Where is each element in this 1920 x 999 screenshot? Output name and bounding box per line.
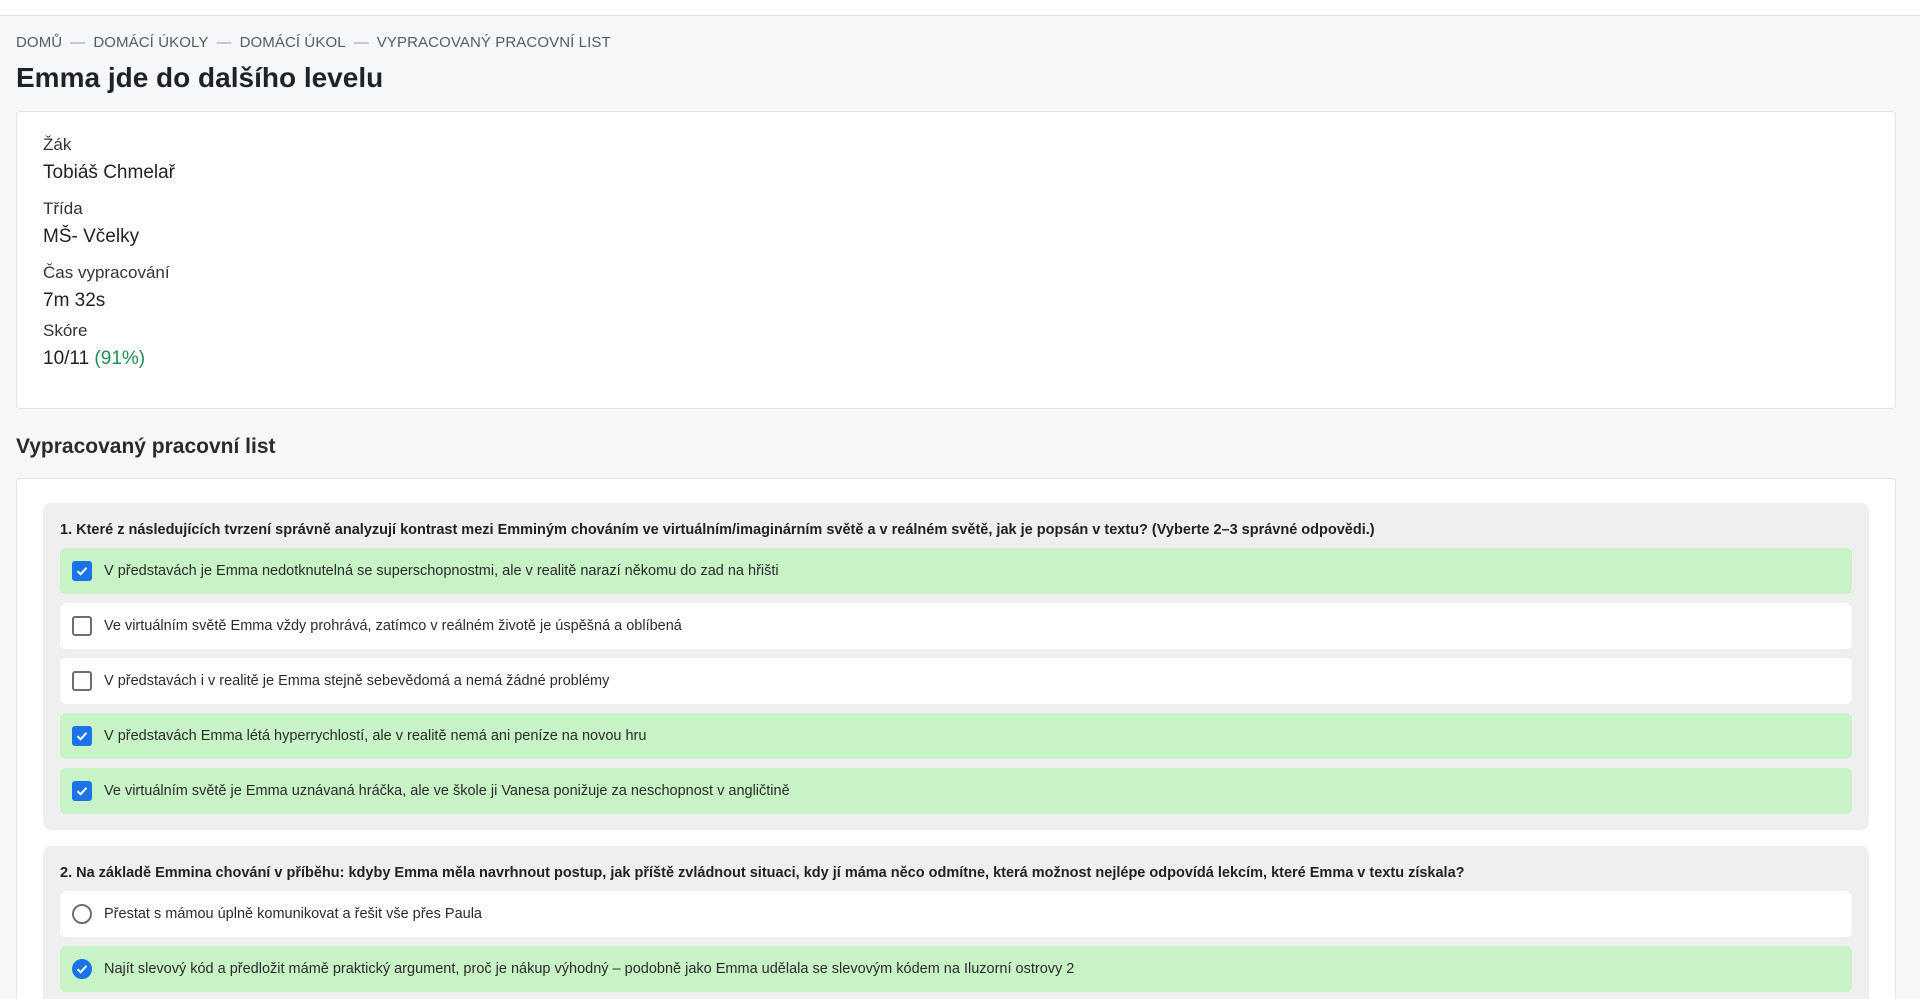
score-info: Skóre 10/11 (91%)	[43, 320, 1869, 372]
checkbox-icon[interactable]	[72, 671, 92, 691]
checkbox-checked-icon[interactable]	[72, 781, 92, 801]
question-block: 2. Na základě Emmina chování v příběhu: …	[43, 846, 1869, 999]
worksheet-card: 1. Které z následujících tvrzení správně…	[16, 478, 1896, 999]
breadcrumb-separator: —	[216, 33, 232, 51]
time-info: Čas vypracování 7m 32s	[43, 262, 1869, 314]
answer-option[interactable]: V představách i v realitě je Emma stejně…	[60, 658, 1852, 704]
class-name: MŠ- Včelky	[43, 226, 140, 247]
answer-text: V představách je Emma nedotknutelná se s…	[104, 563, 779, 579]
page-content: DOMŮ — DOMÁCÍ ÚKOLY — DOMÁCÍ ÚKOL — VYPR…	[0, 33, 1920, 999]
answer-text: V představách i v realitě je Emma stejně…	[104, 673, 610, 689]
checkbox-checked-icon[interactable]	[72, 726, 92, 746]
answer-option[interactable]: Najít slevový kód a předložit mámě prakt…	[60, 946, 1852, 992]
score-points: 10/11	[43, 348, 90, 369]
answer-text: Najít slevový kód a předložit mámě prakt…	[104, 961, 1075, 977]
student-info: Žák Tobiáš Chmelař	[43, 134, 1869, 186]
answer-option[interactable]: V představách Emma létá hyperrychlostí, …	[60, 713, 1852, 759]
page-title: Emma jde do dalšího levelu	[16, 62, 384, 93]
breadcrumb-home[interactable]: DOMŮ	[16, 34, 62, 51]
score-label: Skóre	[43, 321, 88, 340]
radio-checked-icon[interactable]	[72, 959, 92, 979]
score-percent: (91%)	[94, 348, 146, 369]
question-text: 1. Které z následujících tvrzení správně…	[60, 522, 1375, 538]
answer-option[interactable]: V představách je Emma nedotknutelná se s…	[60, 548, 1852, 594]
class-info: Třída MŠ- Včelky	[43, 198, 1869, 250]
answer-option[interactable]: Ve virtuálním světě Emma vždy prohrává, …	[60, 603, 1852, 649]
answer-text: Ve virtuálním světě Emma vždy prohrává, …	[104, 618, 682, 634]
checkbox-checked-icon[interactable]	[72, 561, 92, 581]
radio-icon[interactable]	[72, 904, 92, 924]
time-value: 7m 32s	[43, 290, 106, 311]
student-label: Žák	[43, 135, 72, 154]
answer-text: V představách Emma létá hyperrychlostí, …	[104, 728, 647, 744]
class-label: Třída	[43, 199, 83, 218]
question-block: 1. Které z následujících tvrzení správně…	[43, 503, 1869, 830]
answer-option[interactable]: Ve virtuálním světě je Emma uznávaná hrá…	[60, 768, 1852, 814]
checkbox-icon[interactable]	[72, 616, 92, 636]
answer-option[interactable]: Přestat s mámou úplně komunikovat a řeši…	[60, 891, 1852, 937]
question-text: 2. Na základě Emmina chování v příběhu: …	[60, 865, 1465, 881]
submission-info-card: Žák Tobiáš Chmelař Třída MŠ- Včelky Čas …	[16, 111, 1896, 409]
breadcrumb-homework[interactable]: DOMÁCÍ ÚKOL	[240, 34, 346, 51]
answer-text: Přestat s mámou úplně komunikovat a řeši…	[104, 906, 482, 922]
student-name: Tobiáš Chmelař	[43, 162, 175, 183]
answer-text: Ve virtuálním světě je Emma uznávaná hrá…	[104, 783, 790, 799]
breadcrumb: DOMŮ — DOMÁCÍ ÚKOLY — DOMÁCÍ ÚKOL — VYPR…	[16, 33, 1904, 51]
breadcrumb-separator: —	[70, 33, 86, 51]
breadcrumb-separator: —	[353, 33, 369, 51]
breadcrumb-current: VYPRACOVANÝ PRACOVNÍ LIST	[376, 33, 611, 51]
time-label: Čas vypracování	[43, 263, 170, 282]
worksheet-section-title: Vypracovaný pracovní list	[16, 435, 276, 458]
score-value: 10/11 (91%)	[43, 346, 1869, 372]
top-bar	[0, 0, 1920, 16]
breadcrumb-homeworks[interactable]: DOMÁCÍ ÚKOLY	[93, 34, 208, 51]
